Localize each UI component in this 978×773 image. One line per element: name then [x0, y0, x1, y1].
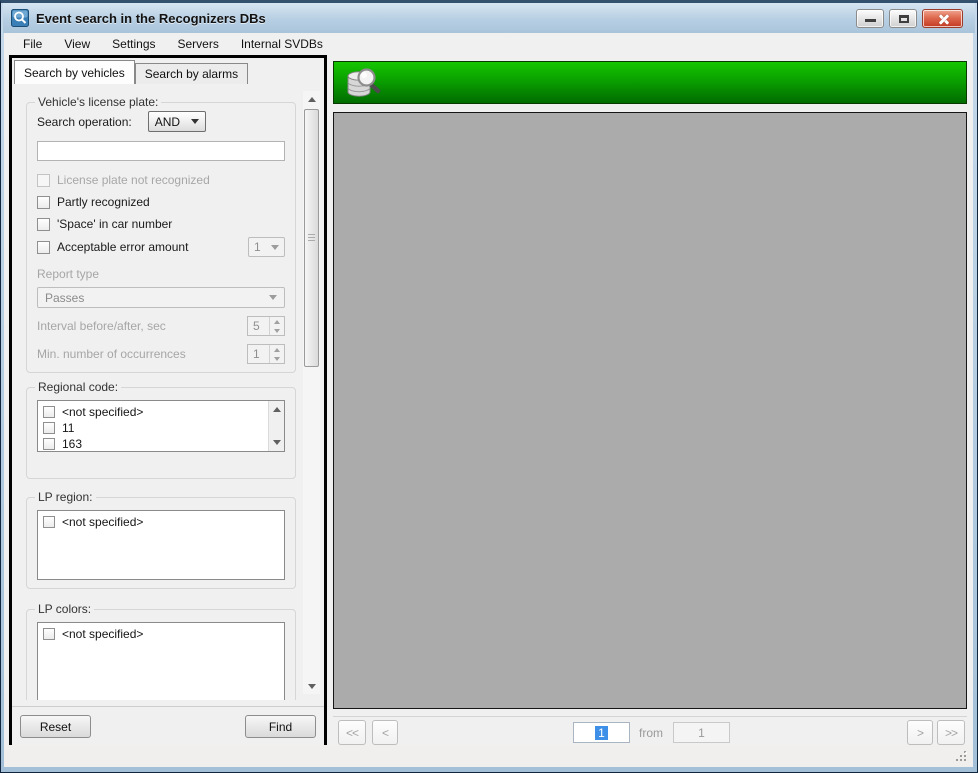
next-page-button[interactable]: >	[907, 720, 933, 745]
license-plate-input[interactable]	[37, 141, 285, 161]
group-title: Regional code:	[35, 380, 122, 394]
list-item-not-specified[interactable]: <not specified>	[43, 404, 266, 420]
spinner-down-icon[interactable]	[270, 354, 284, 363]
interval-label: Interval before/after, sec	[37, 319, 166, 333]
app-search-icon	[11, 9, 29, 27]
panel-scrollbar[interactable]	[303, 91, 320, 694]
scroll-up-icon[interactable]	[303, 91, 320, 107]
list-scrollbar[interactable]	[268, 401, 284, 451]
resize-grip-icon[interactable]	[955, 750, 968, 763]
menu-view[interactable]: View	[53, 34, 101, 54]
find-button[interactable]: Find	[245, 715, 316, 738]
tab-strip: Search by vehicles Search by alarms	[14, 60, 249, 84]
menu-file[interactable]: File	[12, 34, 53, 54]
list-item-163[interactable]: 163	[43, 436, 266, 451]
search-operation-select[interactable]: AND	[147, 111, 206, 132]
scroll-up-icon[interactable]	[269, 402, 284, 417]
lp-colors-list[interactable]: <not specified>	[37, 622, 285, 700]
menu-servers[interactable]: Servers	[167, 34, 230, 54]
list-item-not-specified[interactable]: <not specified>	[43, 514, 279, 530]
menu-settings[interactable]: Settings	[101, 34, 166, 54]
regional-code-list[interactable]: <not specified> 11 163	[37, 400, 285, 452]
close-icon	[936, 13, 951, 26]
checkbox-icon[interactable]	[37, 217, 50, 231]
scroll-down-icon[interactable]	[303, 678, 320, 694]
group-title: Vehicle's license plate:	[35, 95, 162, 109]
maximize-icon	[899, 15, 909, 23]
close-button[interactable]	[922, 9, 963, 28]
checkbox-icon[interactable]	[43, 438, 55, 450]
pagination-bar: << < 1 from 1 > >>	[333, 716, 967, 747]
minimize-button[interactable]	[856, 9, 884, 28]
checkbox-icon[interactable]	[43, 516, 55, 528]
lp-region-list[interactable]: <not specified>	[37, 510, 285, 580]
maximize-button[interactable]	[889, 9, 917, 28]
list-item-not-specified[interactable]: <not specified>	[43, 626, 279, 642]
list-item-11[interactable]: 11	[43, 420, 266, 436]
chevron-down-icon	[269, 295, 277, 300]
from-label: from	[639, 726, 663, 740]
total-pages-field: 1	[673, 722, 730, 743]
current-page-input[interactable]: 1	[573, 722, 630, 743]
results-banner	[333, 61, 967, 104]
interval-spinner[interactable]: 5	[247, 316, 285, 336]
group-title: LP region:	[35, 490, 96, 504]
group-vehicle-license-plate: Vehicle's license plate: Search operatio…	[26, 95, 296, 373]
search-form: Vehicle's license plate: Search operatio…	[16, 88, 298, 700]
spinner-up-icon[interactable]	[270, 345, 284, 354]
spinner-down-icon[interactable]	[270, 326, 284, 335]
checkbox-icon[interactable]	[43, 422, 55, 434]
group-lp-region: LP region: <not specified>	[26, 490, 296, 589]
tab-search-by-alarms[interactable]: Search by alarms	[134, 63, 249, 84]
tab-search-by-vehicles[interactable]: Search by vehicles	[14, 60, 135, 84]
window-controls	[856, 9, 963, 28]
results-canvas	[333, 112, 967, 709]
first-page-button[interactable]: <<	[338, 720, 366, 745]
error-amount-select[interactable]: 1	[248, 237, 285, 257]
checkbox-acceptable-error-amount[interactable]: Acceptable error amount 1	[37, 237, 285, 257]
group-regional-code: Regional code: <not specified> 11 163	[26, 380, 296, 479]
spinner-up-icon[interactable]	[270, 317, 284, 326]
chevron-down-icon	[190, 119, 199, 124]
panel-footer: Reset Find	[12, 706, 324, 746]
checkbox-icon[interactable]	[37, 195, 50, 209]
checkbox-partly-recognized[interactable]: Partly recognized	[37, 194, 285, 210]
scroll-down-icon[interactable]	[269, 435, 284, 450]
scrollbar-thumb[interactable]	[304, 109, 319, 367]
checkbox-icon[interactable]	[37, 240, 50, 254]
database-search-icon	[343, 65, 383, 101]
previous-page-button[interactable]: <	[372, 720, 398, 745]
titlebar[interactable]: Event search in the Recognizers DBs	[3, 3, 975, 33]
search-panel: Search by vehicles Search by alarms Vehi…	[9, 55, 327, 749]
search-operation-label: Search operation:	[37, 114, 132, 129]
checkbox-license-plate-not-recognized[interactable]: License plate not recognized	[37, 172, 285, 188]
window-title: Event search in the Recognizers DBs	[36, 10, 266, 26]
checkbox-space-in-car-number[interactable]: 'Space' in car number	[37, 216, 285, 232]
reset-button[interactable]: Reset	[20, 715, 91, 738]
selected-page-value: 1	[595, 725, 608, 740]
checkbox-icon[interactable]	[37, 173, 50, 187]
group-title: LP colors:	[35, 602, 95, 616]
min-occurrences-spinner[interactable]: 1	[247, 344, 285, 364]
menu-bar: File View Settings Servers Internal SVDB…	[4, 33, 973, 55]
last-page-button[interactable]: >>	[937, 720, 965, 745]
checkbox-icon[interactable]	[43, 628, 55, 640]
status-bar	[4, 745, 973, 767]
chevron-down-icon	[271, 244, 279, 250]
checkbox-icon[interactable]	[43, 406, 55, 418]
group-lp-colors: LP colors: <not specified>	[26, 602, 296, 700]
report-type-label: Report type	[37, 267, 100, 281]
minimize-icon	[865, 19, 876, 22]
client-area: Search by vehicles Search by alarms Vehi…	[4, 55, 973, 749]
min-occurrences-label: Min. number of occurrences	[37, 347, 186, 361]
report-type-select[interactable]: Passes	[37, 287, 285, 308]
menu-internal-svdbs[interactable]: Internal SVDBs	[230, 34, 334, 54]
app-window: Event search in the Recognizers DBs File…	[0, 0, 978, 773]
